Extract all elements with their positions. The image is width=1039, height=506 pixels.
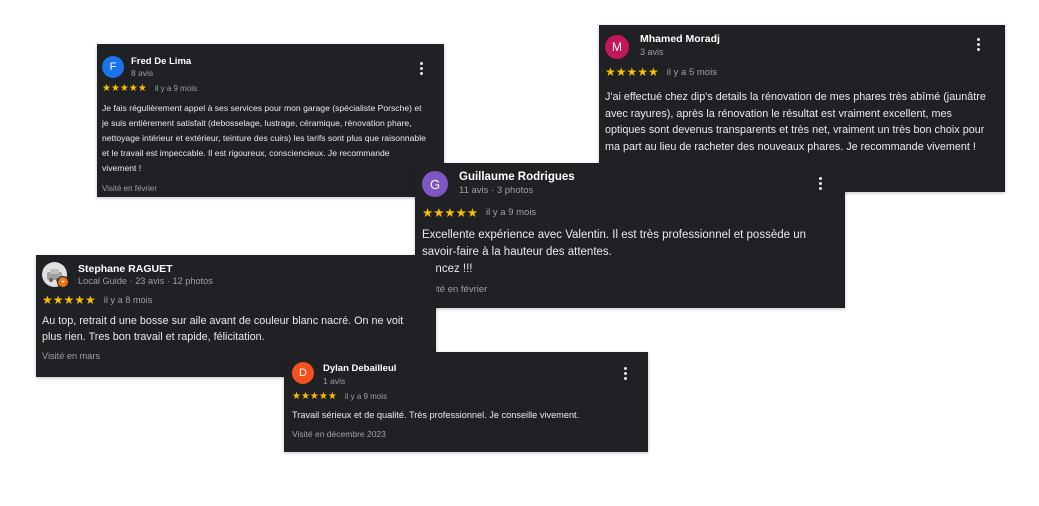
review-rating: ★★★★★ il y a 9 mois [422, 205, 835, 220]
reviewer-info: Fred De Lima 8 avis [131, 53, 191, 78]
review-text: Au top, retrait d une bosse sur aile ava… [42, 315, 404, 343]
review-text: Travail sérieux et de qualité. Très prof… [292, 410, 580, 420]
review-header: + Stephane RAGUET Local Guide · 23 avis … [42, 261, 426, 288]
reviewer-name[interactable]: Stephane RAGUET [78, 263, 213, 275]
reviewer-name[interactable]: Mhamed Moradj [640, 33, 720, 45]
reviewer-meta: 11 avis · 3 photos [459, 185, 534, 196]
review-rating: ★★★★★ il y a 9 mois [292, 391, 638, 402]
review-header: D Dylan Debailleul 1 avis [292, 362, 638, 386]
review-card: G Guillaume Rodrigues 11 avis · 3 photos… [415, 163, 845, 308]
star-rating-icon: ★★★★★ [102, 83, 147, 94]
reviewer-meta: Local Guide · 23 avis · 12 photos [78, 276, 213, 286]
review-text: J'ai effectué chez dip's details la réno… [605, 91, 986, 153]
review-date: il y a 5 mois [666, 66, 717, 78]
more-options-icon[interactable] [620, 366, 630, 381]
star-rating-icon: ★★★★★ [292, 391, 337, 402]
review-date: il y a 9 mois [154, 84, 198, 93]
reviewer-info: Dylan Debailleul 1 avis [323, 362, 396, 386]
review-date: il y a 9 mois [344, 392, 388, 401]
reviewer-meta: 1 avis [323, 376, 346, 386]
reviewer-info: Guillaume Rodrigues 11 avis · 3 photos [459, 170, 575, 196]
review-text: Excellente expérience avec Valentin. Il … [422, 227, 835, 278]
reviewer-name[interactable]: Guillaume Rodrigues [459, 171, 575, 183]
star-rating-icon: ★★★★★ [422, 206, 479, 220]
review-text-line: Foncez !!! [422, 263, 473, 275]
avatar[interactable]: + [42, 262, 69, 288]
review-header: M Mhamed Moradj 3 avis [605, 33, 993, 59]
visit-date: Visité en décembre 2023 [292, 429, 386, 439]
star-rating-icon: ★★★★★ [605, 65, 659, 79]
review-card: F Fred De Lima 8 avis ★★★★★ il y a 9 moi… [97, 44, 444, 197]
reviewer-meta: 8 avis [131, 68, 154, 78]
more-options-icon[interactable] [973, 37, 983, 52]
avatar[interactable]: M [605, 35, 629, 59]
review-date: il y a 9 mois [486, 207, 537, 218]
reviewer-info: Stephane RAGUET Local Guide · 23 avis · … [78, 261, 213, 286]
review-card: D Dylan Debailleul 1 avis ★★★★★ il y a 9… [284, 352, 648, 452]
more-options-icon[interactable] [815, 176, 825, 191]
star-rating-icon: ★★★★★ [42, 293, 96, 307]
reviewer-name[interactable]: Dylan Debailleul [323, 363, 396, 374]
local-guide-badge-icon: + [57, 276, 69, 288]
review-rating: ★★★★★ il y a 9 mois [102, 83, 434, 94]
review-text-line: Excellente expérience avec Valentin. Il … [422, 229, 806, 258]
visit-date: Visité en février [102, 184, 157, 193]
avatar[interactable]: D [292, 362, 314, 384]
review-text: Je fais régulièrement appel à ses servic… [102, 103, 426, 173]
more-options-icon[interactable] [416, 61, 426, 76]
avatar[interactable]: G [422, 171, 448, 197]
review-header: G Guillaume Rodrigues 11 avis · 3 photos [422, 170, 835, 197]
reviewer-meta: 3 avis [640, 47, 664, 57]
reviewer-name[interactable]: Fred De Lima [131, 56, 191, 67]
review-date: il y a 8 mois [103, 295, 153, 305]
reviewer-info: Mhamed Moradj 3 avis [640, 33, 720, 57]
visit-date: Visité en février [422, 284, 488, 295]
review-rating: ★★★★★ il y a 5 mois [605, 65, 993, 79]
review-rating: ★★★★★ il y a 8 mois [42, 293, 426, 307]
avatar[interactable]: F [102, 56, 124, 78]
review-header: F Fred De Lima 8 avis [102, 53, 434, 78]
